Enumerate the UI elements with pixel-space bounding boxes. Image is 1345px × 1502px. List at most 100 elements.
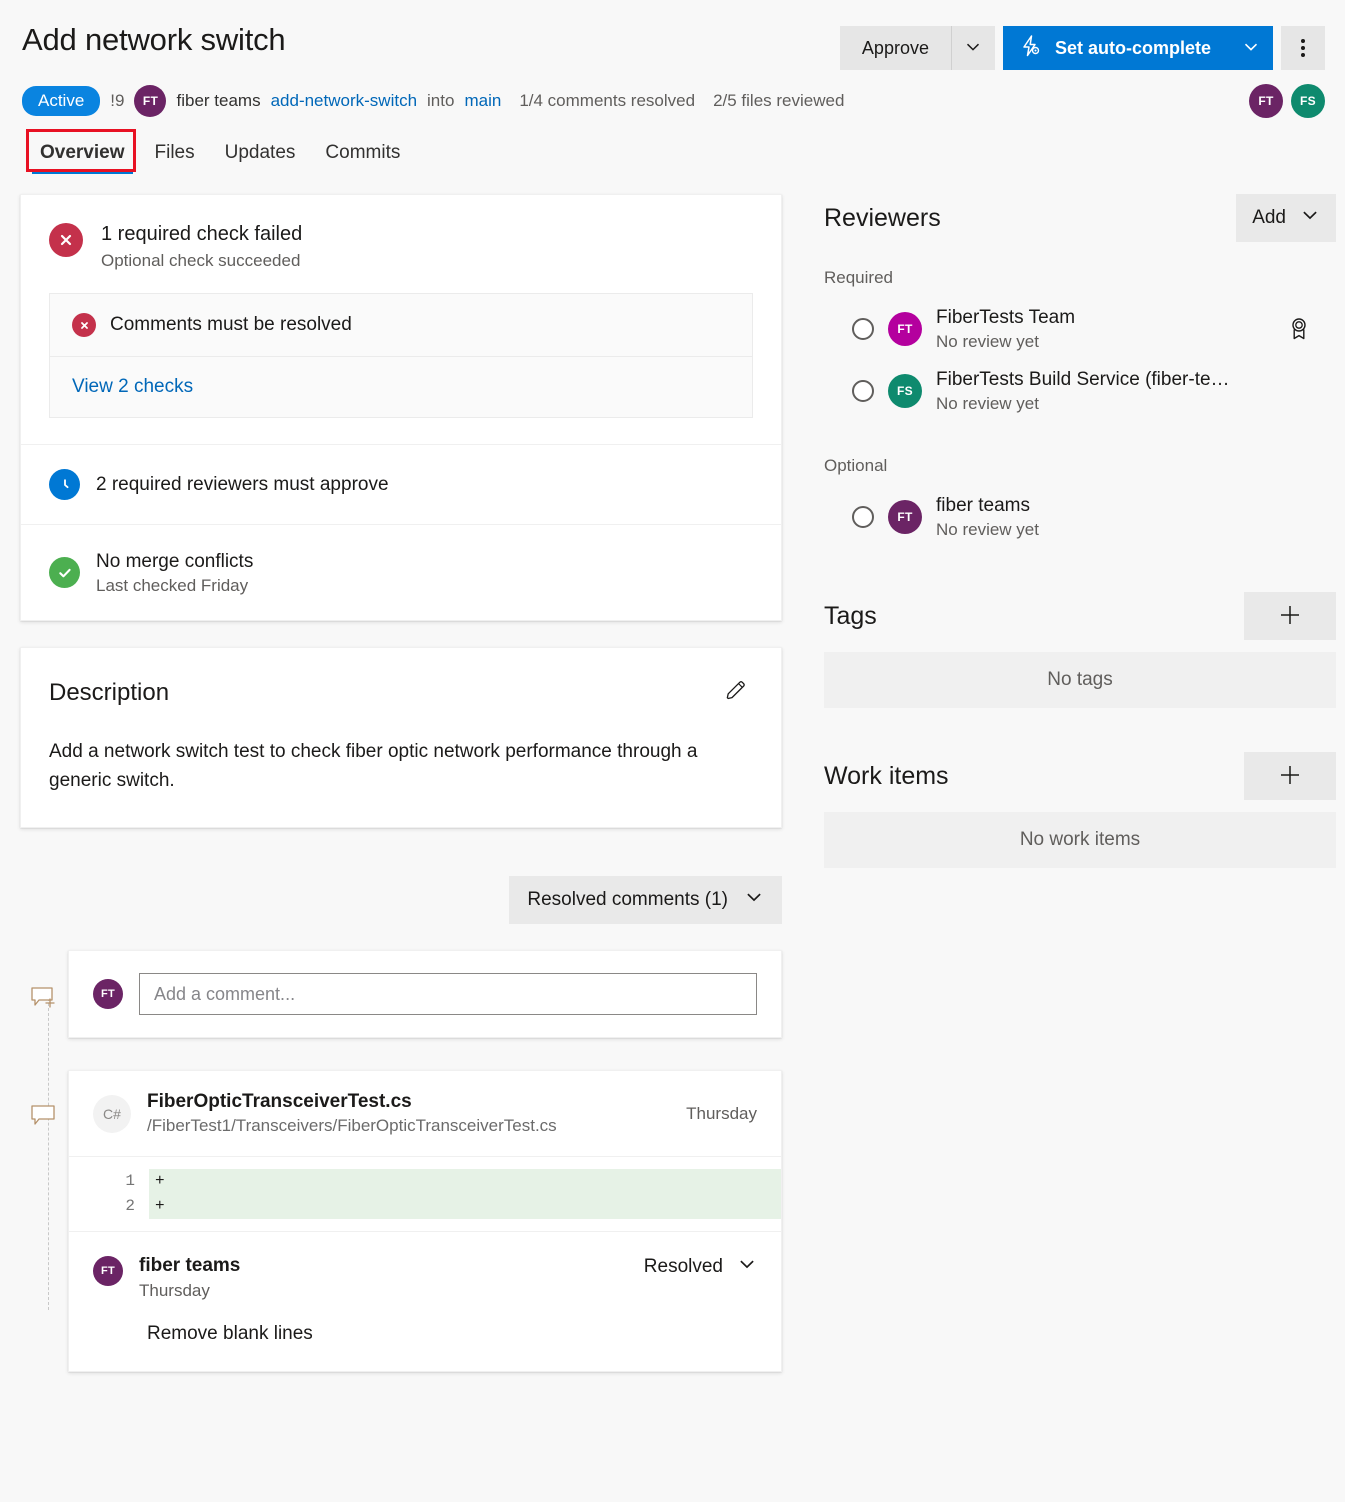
diff-preview: 1 + 2 + — [69, 1156, 781, 1231]
approve-dropdown-button[interactable] — [951, 26, 995, 70]
autocomplete-dropdown-button[interactable] — [1229, 26, 1273, 70]
checks-subline: Optional check succeeded — [101, 251, 302, 271]
diff-line: 2 + — [69, 1194, 781, 1219]
error-icon — [49, 223, 83, 257]
reviewer-vote-icon[interactable] — [852, 318, 874, 340]
thread-status-dropdown[interactable]: Resolved — [644, 1254, 757, 1280]
reviewer-status: No review yet — [936, 394, 1230, 414]
target-branch-link[interactable]: main — [464, 91, 501, 111]
chevron-down-icon — [1242, 38, 1260, 59]
approve-button[interactable]: Approve — [840, 26, 951, 70]
reviewer-vote-icon[interactable] — [852, 380, 874, 402]
plus-icon — [1277, 762, 1303, 791]
avatar: FS — [888, 374, 922, 408]
thread-file-header: C# FiberOpticTransceiverTest.cs /FiberTe… — [69, 1071, 781, 1156]
pull-request-page: Add network switch Approve — [0, 0, 1345, 1502]
resolved-comments-button[interactable]: Resolved comments (1) — [509, 876, 782, 924]
add-reviewer-button[interactable]: Add — [1236, 194, 1336, 242]
work-items-header: Work items — [824, 752, 1336, 800]
clock-icon — [49, 469, 80, 500]
csharp-file-icon: C# — [93, 1095, 131, 1133]
work-items-empty-state: No work items — [824, 812, 1336, 868]
files-reviewed-count: 2/5 files reviewed — [713, 91, 844, 111]
thread-file-name[interactable]: FiberOpticTransceiverTest.cs — [147, 1091, 557, 1113]
checks-summary: 1 required check failed Optional check s… — [21, 195, 781, 293]
tab-bar: Overview Files Updates Commits — [38, 138, 1325, 174]
avatar: FT — [888, 500, 922, 534]
add-tag-button[interactable] — [1244, 592, 1336, 640]
thread-comment-author: fiber teams — [139, 1254, 240, 1278]
failed-checks-panel: Comments must be resolved View 2 checks — [49, 293, 753, 418]
edit-description-button[interactable] — [719, 674, 753, 711]
reviewer-row-fibertests-build-service[interactable]: FS FiberTests Build Service (fiber-te… N… — [824, 360, 1336, 422]
pr-id: !9 — [110, 91, 124, 111]
reviewers-header: Reviewers Add — [824, 194, 1336, 242]
required-reviewers-label: Required — [824, 268, 1336, 288]
reviewer-status: No review yet — [936, 332, 1075, 352]
source-branch-link[interactable]: add-network-switch — [271, 91, 417, 111]
tab-files[interactable]: Files — [153, 138, 197, 174]
work-items-title: Work items — [824, 762, 949, 791]
thread-file-card: C# FiberOpticTransceiverTest.cs /FiberTe… — [68, 1070, 782, 1372]
avatar[interactable]: FT — [1249, 84, 1283, 118]
tab-commits[interactable]: Commits — [323, 138, 402, 174]
lightning-gear-icon — [1019, 34, 1043, 63]
avatar: FT — [134, 85, 166, 117]
more-actions-button[interactable] — [1281, 26, 1325, 70]
description-card: Description Add a network switch test to… — [20, 647, 782, 828]
avatar[interactable]: FS — [1291, 84, 1325, 118]
diff-line-number: 1 — [69, 1169, 149, 1194]
tags-section: Tags No tags — [824, 592, 1336, 708]
add-comment-input[interactable] — [139, 973, 757, 1015]
reviewer-name: fiber teams — [936, 494, 1039, 518]
avatar: FT — [93, 1256, 123, 1286]
tab-updates[interactable]: Updates — [223, 138, 298, 174]
merge-conflicts-title: No merge conflicts — [96, 549, 253, 574]
status-badge: Active — [22, 86, 100, 116]
comment-bubble-icon — [30, 1104, 64, 1134]
diff-line-number: 2 — [69, 1194, 149, 1219]
main-column: 1 required check failed Optional check s… — [20, 194, 782, 1372]
set-auto-complete-label: Set auto-complete — [1055, 38, 1211, 59]
pencil-icon — [723, 678, 749, 707]
reviewer-name: FiberTests Build Service (fiber-te… — [936, 368, 1230, 392]
page-title: Add network switch — [22, 20, 285, 60]
checks-headline: 1 required check failed — [101, 221, 302, 247]
description-header: Description — [49, 674, 753, 711]
reviewer-name: FiberTests Team — [936, 306, 1075, 330]
description-title: Description — [49, 679, 169, 707]
add-work-item-button[interactable] — [1244, 752, 1336, 800]
tags-header: Tags — [824, 592, 1336, 640]
checks-card: 1 required check failed Optional check s… — [20, 194, 782, 621]
required-reviewer-ribbon-icon — [1288, 316, 1310, 342]
pr-meta-row: Active !9 FT fiber teams add-network-swi… — [22, 84, 1325, 118]
autocomplete-split-button: Set auto-complete — [1003, 26, 1273, 70]
avatar: FT — [888, 312, 922, 346]
new-comment-card: FT — [68, 950, 782, 1038]
resolved-comments-bar: Resolved comments (1) — [20, 876, 782, 924]
comment-threads: FT C# FiberOpticTransceiverTest.cs /Fibe… — [20, 950, 782, 1372]
required-reviewers-check: 2 required reviewers must approve — [21, 444, 781, 524]
thread-timestamp: Thursday — [686, 1104, 757, 1124]
view-checks-row: View 2 checks — [50, 357, 752, 417]
check-item-comments-must-be-resolved[interactable]: Comments must be resolved — [50, 294, 752, 356]
work-items-section: Work items No work items — [824, 752, 1336, 868]
tags-empty-state: No tags — [824, 652, 1336, 708]
reviewers-title: Reviewers — [824, 204, 941, 233]
tab-overview[interactable]: Overview — [38, 138, 127, 174]
reviewer-row-fibertests-team[interactable]: FT FiberTests Team No review yet — [824, 298, 1336, 360]
reviewer-vote-icon[interactable] — [852, 506, 874, 528]
page-body: 1 required check failed Optional check s… — [0, 174, 1345, 1372]
set-auto-complete-button[interactable]: Set auto-complete — [1003, 26, 1229, 70]
thread-comment-header: FT fiber teams Thursday Resolved — [93, 1254, 757, 1301]
required-reviewers-label: 2 required reviewers must approve — [96, 474, 389, 496]
thread-file-path: /FiberTest1/Transceivers/FiberOpticTrans… — [147, 1116, 557, 1136]
view-checks-link[interactable]: View 2 checks — [72, 376, 193, 398]
plus-icon — [1277, 602, 1303, 631]
title-row: Add network switch Approve — [20, 14, 1325, 70]
header-actions: Approve — [840, 26, 1325, 70]
error-icon — [72, 313, 96, 337]
add-reviewer-label: Add — [1252, 207, 1286, 229]
reviewer-row-fiber-teams[interactable]: FT fiber teams No review yet — [824, 486, 1336, 548]
add-comment-bubble-icon — [30, 986, 64, 1016]
